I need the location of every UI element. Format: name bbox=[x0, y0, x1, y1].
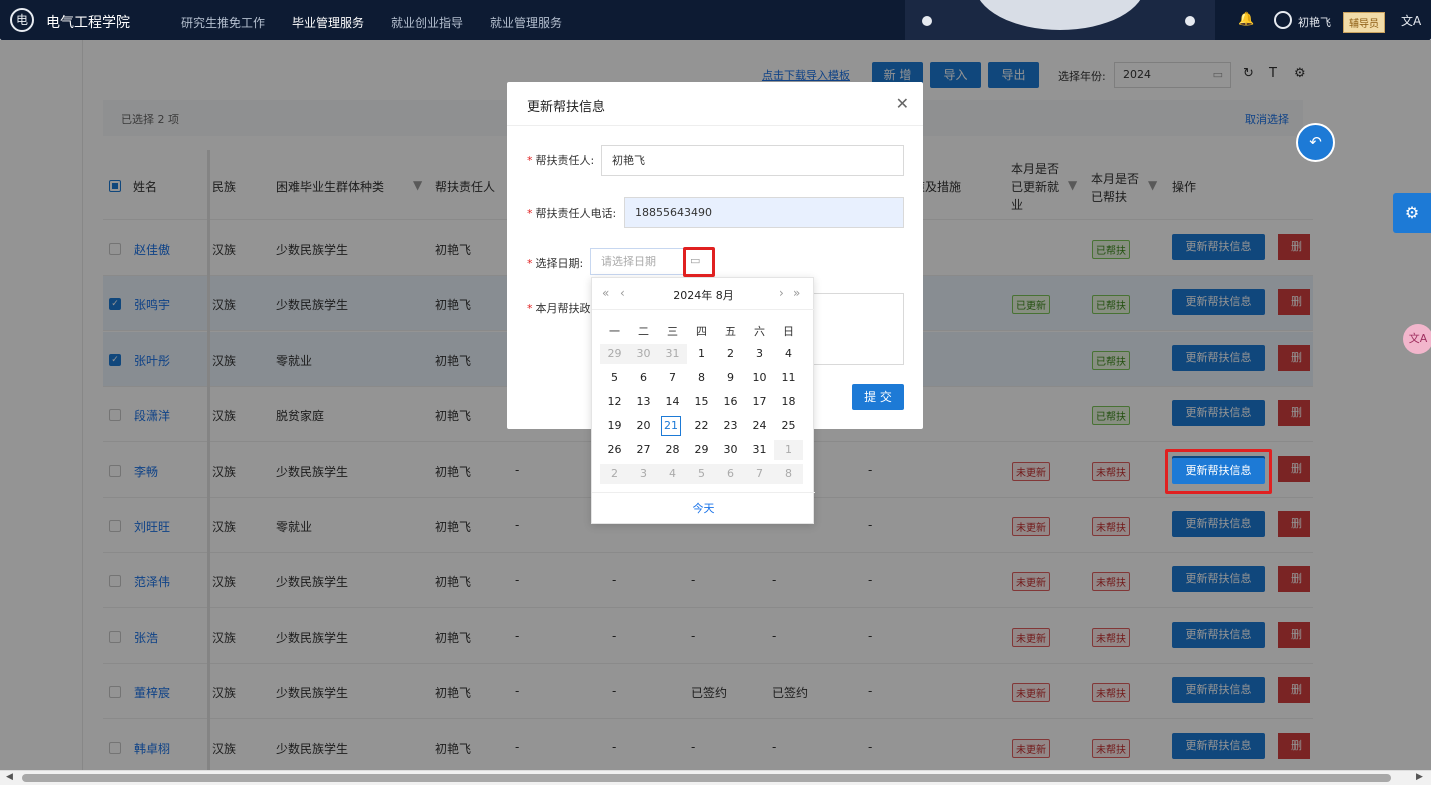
date-cell[interactable]: 30 bbox=[716, 440, 745, 460]
date-cell[interactable]: 12 bbox=[600, 392, 629, 412]
date-cell[interactable]: 5 bbox=[600, 368, 629, 388]
school-logo-icon: 电 bbox=[10, 8, 34, 32]
date-cell[interactable]: 14 bbox=[658, 392, 687, 412]
scroll-right-icon[interactable]: ▶ bbox=[1416, 772, 1423, 782]
date-picker-popup: « ‹ 2024年 8月 › » 一二三四五六日 29 30 31 1 2 3 4 5 6 7 8 9… bbox=[591, 277, 815, 525]
translate-icon[interactable]: 文A bbox=[1401, 12, 1421, 29]
date-cell[interactable]: 29 bbox=[600, 344, 629, 364]
weekday-label: 六 bbox=[754, 325, 765, 338]
nav-item-employment[interactable]: 就业管理服务 bbox=[490, 14, 562, 31]
date-cell[interactable]: 9 bbox=[716, 368, 745, 388]
date-cell-today[interactable]: 21 bbox=[661, 416, 681, 436]
date-cell[interactable]: 8 bbox=[687, 368, 716, 388]
date-cell[interactable]: 26 bbox=[600, 440, 629, 460]
date-cell[interactable]: 16 bbox=[716, 392, 745, 412]
date-cell[interactable]: 30 bbox=[629, 344, 658, 364]
nav-item-postgrad[interactable]: 研究生推免工作 bbox=[181, 14, 265, 31]
settings-float-icon[interactable]: ⚙ bbox=[1393, 193, 1431, 233]
weekday-label: 三 bbox=[667, 325, 678, 338]
date-cell[interactable]: 25 bbox=[774, 416, 803, 436]
date-cell[interactable]: 1 bbox=[774, 440, 803, 460]
top-header: 电 电气工程学院 研究生推免工作 毕业管理服务 就业创业指导 就业管理服务 🔔 … bbox=[0, 0, 1431, 40]
weekday-label: 日 bbox=[783, 325, 794, 338]
next-month-button[interactable]: › bbox=[779, 286, 784, 300]
date-cell[interactable]: 6 bbox=[629, 368, 658, 388]
date-cell[interactable]: 24 bbox=[745, 416, 774, 436]
banner-arc bbox=[975, 0, 1145, 30]
date-label: * 选择日期: bbox=[527, 257, 584, 270]
date-cell[interactable]: 2 bbox=[600, 464, 629, 484]
scroll-left-icon[interactable]: ◀ bbox=[6, 772, 13, 782]
app-title: 电气工程学院 bbox=[46, 15, 130, 31]
date-cell[interactable]: 4 bbox=[774, 344, 803, 364]
date-cell[interactable]: 13 bbox=[629, 392, 658, 412]
next-year-button[interactable]: » bbox=[793, 286, 800, 300]
today-link[interactable]: 今天 bbox=[592, 492, 815, 525]
policy-textarea[interactable] bbox=[807, 293, 904, 365]
date-cell[interactable]: 3 bbox=[629, 464, 658, 484]
weekday-label: 四 bbox=[696, 325, 707, 338]
date-cell[interactable]: 8 bbox=[774, 464, 803, 484]
weekday-label: 二 bbox=[638, 325, 649, 338]
date-picker-header: « ‹ 2024年 8月 › » bbox=[592, 278, 815, 310]
date-cell[interactable]: 7 bbox=[658, 368, 687, 388]
highlight-box-update bbox=[1165, 449, 1272, 494]
banner-dot-left bbox=[922, 16, 932, 26]
date-cell[interactable]: 20 bbox=[629, 416, 658, 436]
date-cell[interactable]: 18 bbox=[774, 392, 803, 412]
user-name[interactable]: 初艳飞 bbox=[1298, 14, 1331, 30]
date-cell[interactable]: 29 bbox=[687, 440, 716, 460]
date-cell[interactable]: 17 bbox=[745, 392, 774, 412]
responsible-label: * 帮扶责任人: bbox=[527, 154, 595, 167]
header-banner bbox=[905, 0, 1215, 40]
role-badge: 辅导员 bbox=[1343, 12, 1385, 33]
avatar[interactable] bbox=[1274, 11, 1292, 29]
policy-label: * 本月帮扶政 bbox=[527, 302, 591, 315]
date-cell[interactable]: 5 bbox=[687, 464, 716, 484]
phone-label: * 帮扶责任人电话: bbox=[527, 207, 617, 220]
date-cell[interactable]: 10 bbox=[745, 368, 774, 388]
date-cell[interactable]: 31 bbox=[745, 440, 774, 460]
scrollbar-thumb[interactable] bbox=[22, 774, 1391, 782]
date-cell[interactable]: 31 bbox=[658, 344, 687, 364]
dialog-title: 更新帮扶信息 bbox=[527, 100, 606, 115]
date-cell[interactable]: 15 bbox=[687, 392, 716, 412]
weekday-label: 一 bbox=[609, 325, 620, 338]
bell-icon[interactable]: 🔔 bbox=[1238, 12, 1254, 27]
nav-item-career-guidance[interactable]: 就业创业指导 bbox=[391, 14, 463, 31]
dialog-divider bbox=[507, 125, 923, 126]
date-cell[interactable]: 19 bbox=[600, 416, 629, 436]
date-cell[interactable]: 11 bbox=[774, 368, 803, 388]
date-cell[interactable]: 7 bbox=[745, 464, 774, 484]
date-cell[interactable]: 3 bbox=[745, 344, 774, 364]
nav-item-graduation[interactable]: 毕业管理服务 bbox=[292, 14, 364, 31]
date-cell[interactable]: 2 bbox=[716, 344, 745, 364]
banner-dot-right bbox=[1185, 16, 1195, 26]
date-cell[interactable]: 23 bbox=[716, 416, 745, 436]
horizontal-scrollbar[interactable]: ◀ ▶ bbox=[0, 770, 1431, 785]
date-cell[interactable]: 28 bbox=[658, 440, 687, 460]
translate-float-icon[interactable]: 文A bbox=[1403, 324, 1431, 354]
back-float-icon[interactable]: ↶ bbox=[1296, 123, 1335, 162]
submit-button[interactable]: 提 交 bbox=[852, 384, 904, 410]
date-cell[interactable]: 22 bbox=[687, 416, 716, 436]
date-cell[interactable]: 4 bbox=[658, 464, 687, 484]
weekday-label: 五 bbox=[725, 325, 736, 338]
close-icon[interactable]: ✕ bbox=[896, 94, 909, 113]
date-cell[interactable]: 6 bbox=[716, 464, 745, 484]
date-cell[interactable]: 1 bbox=[687, 344, 716, 364]
highlight-box-calendar bbox=[683, 247, 715, 277]
date-cell[interactable]: 27 bbox=[629, 440, 658, 460]
responsible-input[interactable]: 初艳飞 bbox=[601, 145, 904, 176]
phone-input[interactable]: 18855643490 bbox=[624, 197, 904, 228]
